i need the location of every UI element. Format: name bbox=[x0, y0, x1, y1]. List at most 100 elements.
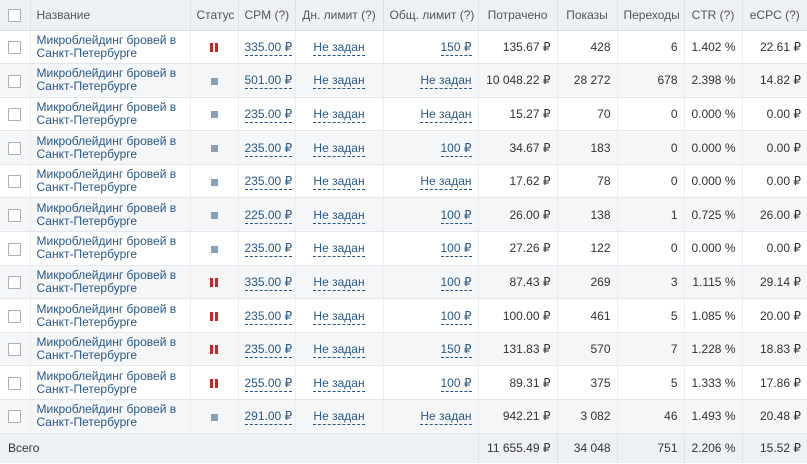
views-value: 78 bbox=[557, 164, 618, 199]
cpm-value[interactable]: 235.00 ₽ bbox=[244, 241, 293, 258]
day-limit-value[interactable]: Не задан bbox=[313, 241, 365, 258]
column-header-status[interactable]: Статус bbox=[190, 0, 239, 31]
row-checkbox[interactable] bbox=[8, 208, 22, 222]
stop-icon[interactable] bbox=[210, 111, 218, 119]
column-header-name[interactable]: Название bbox=[30, 0, 191, 31]
ad-name-link[interactable]: Микроблейдинг бровей в Санкт-Петербурге bbox=[37, 100, 184, 127]
day-limit-value[interactable]: Не задан bbox=[313, 308, 365, 325]
cpm-cell: 335.00 ₽ bbox=[238, 265, 296, 300]
column-header-day-limit[interactable]: Дн. лимит (?) bbox=[295, 0, 384, 31]
total-limit-value[interactable]: 100 ₽ bbox=[440, 308, 472, 325]
ad-name-cell: Микроблейдинг бровей в Санкт-Петербурге bbox=[30, 231, 191, 266]
column-header-total-limit[interactable]: Общ. лимит (?) bbox=[383, 0, 479, 31]
ad-name-link[interactable]: Микроблейдинг бровей в Санкт-Петербурге bbox=[37, 403, 184, 429]
day-limit-value[interactable]: Не задан bbox=[313, 39, 365, 56]
total-limit-value[interactable]: 100 ₽ bbox=[440, 241, 472, 258]
total-limit-value[interactable]: 100 ₽ bbox=[440, 140, 472, 157]
day-limit-value[interactable]: Не задан bbox=[313, 342, 365, 359]
row-checkbox[interactable] bbox=[8, 410, 22, 424]
ad-name-link[interactable]: Микроблейдинг бровей в Санкт-Петербурге bbox=[37, 134, 184, 161]
row-checkbox[interactable] bbox=[8, 108, 22, 122]
cpm-value[interactable]: 335.00 ₽ bbox=[244, 39, 293, 56]
day-limit-value[interactable]: Не задан bbox=[313, 409, 365, 426]
total-limit-value[interactable]: 150 ₽ bbox=[440, 342, 472, 359]
row-checkbox[interactable] bbox=[8, 175, 22, 189]
column-header-ctr[interactable]: CTR (?) bbox=[684, 0, 743, 31]
cpm-cell: 235.00 ₽ bbox=[238, 231, 296, 266]
ad-name-link[interactable]: Микроблейдинг бровей в Санкт-Петербурге bbox=[37, 302, 184, 329]
total-limit-value[interactable]: Не задан bbox=[420, 106, 472, 123]
row-checkbox[interactable] bbox=[8, 74, 22, 88]
stop-icon[interactable] bbox=[210, 178, 218, 186]
ad-name-link[interactable]: Микроблейдинг бровей в Санкт-Петербурге bbox=[37, 235, 184, 261]
cpm-value[interactable]: 335.00 ₽ bbox=[244, 274, 293, 291]
stop-icon[interactable] bbox=[210, 245, 218, 253]
column-header-clicks[interactable]: Переходы bbox=[617, 0, 685, 31]
day-limit-value[interactable]: Не задан bbox=[313, 274, 365, 291]
day-limit-value[interactable]: Не задан bbox=[313, 174, 365, 191]
day-limit-value[interactable]: Не задан bbox=[313, 73, 365, 90]
cpm-value[interactable]: 225.00 ₽ bbox=[244, 207, 293, 224]
views-value: 570 bbox=[557, 332, 618, 367]
cpm-value[interactable]: 235.00 ₽ bbox=[244, 342, 293, 359]
row-checkbox[interactable] bbox=[8, 276, 22, 290]
views-value: 269 bbox=[557, 265, 618, 300]
total-limit-value[interactable]: 150 ₽ bbox=[440, 39, 472, 56]
cpm-value[interactable]: 235.00 ₽ bbox=[244, 140, 293, 157]
row-checkbox[interactable] bbox=[8, 309, 22, 323]
total-limit-value[interactable]: Не задан bbox=[420, 73, 472, 90]
total-limit-value[interactable]: Не задан bbox=[420, 409, 472, 426]
total-limit-value[interactable]: Не задан bbox=[420, 174, 472, 191]
stop-icon[interactable] bbox=[210, 77, 218, 85]
row-checkbox[interactable] bbox=[8, 376, 22, 390]
pause-icon[interactable] bbox=[210, 311, 218, 321]
clicks-value: 0 bbox=[617, 164, 685, 199]
column-header-ecpc[interactable]: eCPC (?) bbox=[742, 0, 807, 31]
row-checkbox[interactable] bbox=[8, 40, 22, 54]
cpm-value[interactable]: 235.00 ₽ bbox=[244, 308, 293, 325]
ad-name-link[interactable]: Микроблейдинг бровей в Санкт-Петербурге bbox=[37, 369, 184, 396]
stop-icon[interactable] bbox=[210, 212, 218, 220]
cpm-value[interactable]: 235.00 ₽ bbox=[244, 106, 293, 123]
pause-icon[interactable] bbox=[210, 278, 218, 288]
status-cell bbox=[190, 164, 239, 199]
cpm-value[interactable]: 291.00 ₽ bbox=[244, 409, 293, 426]
ecpc-value: 22.61 ₽ bbox=[742, 30, 807, 65]
pause-icon[interactable] bbox=[210, 379, 218, 389]
ad-name-link[interactable]: Микроблейдинг бровей в Санкт-Петербурге bbox=[37, 268, 184, 295]
select-all-checkbox[interactable] bbox=[8, 8, 22, 22]
day-limit-cell: Не задан bbox=[295, 164, 384, 199]
row-checkbox[interactable] bbox=[8, 343, 22, 357]
status-cell bbox=[190, 97, 239, 132]
column-header-views[interactable]: Показы bbox=[557, 0, 618, 31]
cpm-value[interactable]: 501.00 ₽ bbox=[244, 73, 293, 90]
stop-icon[interactable] bbox=[210, 144, 218, 152]
ad-name-link[interactable]: Микроблейдинг бровей в Санкт-Петербурге bbox=[37, 201, 184, 228]
table-row: Микроблейдинг бровей в Санкт-Петербурге 2… bbox=[0, 130, 807, 165]
day-limit-value[interactable]: Не задан bbox=[313, 106, 365, 123]
total-limit-value[interactable]: 100 ₽ bbox=[440, 207, 472, 224]
clicks-value: 3 bbox=[617, 265, 685, 300]
row-checkbox[interactable] bbox=[8, 141, 22, 155]
stop-icon[interactable] bbox=[210, 413, 218, 421]
cpm-value[interactable]: 235.00 ₽ bbox=[244, 174, 293, 191]
ad-name-link[interactable]: Микроблейдинг бровей в Санкт-Петербурге bbox=[37, 336, 184, 362]
total-limit-value[interactable]: 100 ₽ bbox=[440, 274, 472, 291]
pause-icon[interactable] bbox=[210, 43, 218, 53]
day-limit-value[interactable]: Не задан bbox=[313, 375, 365, 392]
ad-name-link[interactable]: Микроблейдинг бровей в Санкт-Петербурге bbox=[37, 67, 184, 93]
cpm-value[interactable]: 255.00 ₽ bbox=[244, 375, 293, 392]
column-header-spent[interactable]: Потрачено bbox=[478, 0, 558, 31]
day-limit-value[interactable]: Не задан bbox=[313, 140, 365, 157]
total-limit-value[interactable]: 100 ₽ bbox=[440, 375, 472, 392]
spent-value: 10 048.22 ₽ bbox=[478, 63, 558, 98]
cpm-cell: 235.00 ₽ bbox=[238, 97, 296, 132]
day-limit-value[interactable]: Не задан bbox=[313, 207, 365, 224]
table-row: Микроблейдинг бровей в Санкт-Петербурге 2… bbox=[0, 332, 807, 367]
ad-name-cell: Микроблейдинг бровей в Санкт-Петербурге bbox=[30, 164, 191, 199]
row-checkbox[interactable] bbox=[8, 242, 22, 256]
ad-name-link[interactable]: Микроблейдинг бровей в Санкт-Петербурге bbox=[37, 168, 184, 194]
ad-name-link[interactable]: Микроблейдинг бровей в Санкт-Петербурге bbox=[37, 33, 184, 60]
pause-icon[interactable] bbox=[210, 345, 218, 355]
column-header-cpm[interactable]: CPM (?) bbox=[238, 0, 296, 31]
